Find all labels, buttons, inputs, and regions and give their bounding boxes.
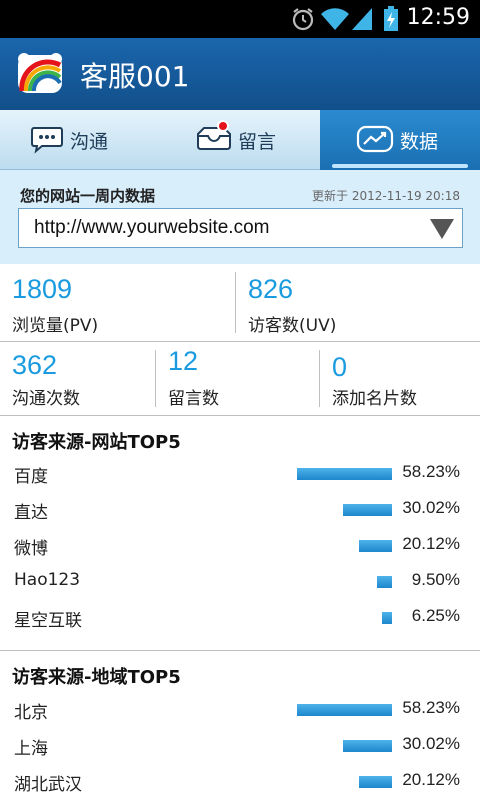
source-name: 北京 (14, 703, 48, 723)
status-bar: 12:59 (0, 0, 480, 38)
tab-label: 留言 (238, 131, 277, 153)
active-tab-indicator (332, 164, 468, 168)
stat-pv: 1809 浏览量(PV) (0, 264, 235, 341)
source-name: 上海 (14, 739, 48, 759)
status-time: 12:59 (406, 5, 470, 30)
signal-icon (352, 8, 372, 30)
share-bar (377, 576, 392, 588)
stat-label: 沟通次数 (12, 389, 80, 409)
section-title-sites: 访客来源-网站TOP5 (12, 432, 181, 453)
stat-value: 826 (248, 274, 294, 304)
stats-row-traffic: 1809 浏览量(PV) 826 访客数(UV) (0, 264, 480, 342)
list-item: 百度 58.23% (0, 456, 480, 492)
list-item: 上海 30.02% (0, 728, 480, 764)
app-title: 客服001 (80, 60, 190, 93)
stat-value: 1809 (12, 274, 73, 304)
source-name: 湖北武汉 (14, 775, 82, 795)
chat-bubble-icon (31, 127, 63, 154)
site-panel: 您的网站一周内数据 更新于 2012-11-19 20:18 http://ww… (0, 170, 480, 264)
source-name: 微博 (14, 539, 48, 559)
stat-chats: 362 沟通次数 (0, 342, 155, 415)
stat-label: 留言数 (168, 389, 219, 409)
list-item: 直达 30.02% (0, 492, 480, 528)
battery-charging-icon (384, 6, 398, 31)
site-heading: 您的网站一周内数据 (20, 187, 156, 205)
app-header: 客服001 (0, 38, 480, 110)
share-percent: 30.02% (402, 734, 460, 753)
website-select[interactable]: http://www.yourwebsite.com (18, 208, 463, 248)
share-percent: 20.12% (402, 770, 460, 789)
stat-uv: 826 访客数(UV) (236, 264, 480, 341)
unread-badge (217, 120, 229, 132)
stat-messages: 12 留言数 (156, 342, 319, 415)
share-bar (382, 612, 392, 624)
list-item: 湖北武汉 20.12% (0, 764, 480, 800)
website-select-value: http://www.yourwebsite.com (34, 217, 270, 238)
rainbow-logo-icon[interactable] (16, 51, 64, 97)
share-bar (297, 704, 392, 716)
tab-data[interactable]: 数据 (320, 110, 480, 170)
share-bar (343, 504, 392, 516)
tab-bar: 沟通 留言 数据 (0, 110, 480, 170)
tab-messages[interactable]: 留言 (160, 110, 320, 170)
share-bar (343, 740, 392, 752)
stats-row-interactions: 362 沟通次数 12 留言数 0 添加名片数 (0, 342, 480, 416)
source-name: 直达 (14, 503, 48, 523)
list-item: Hao123 9.50% (0, 564, 480, 600)
stat-value: 0 (332, 352, 348, 382)
share-percent: 58.23% (402, 462, 460, 481)
share-percent: 20.12% (402, 534, 460, 553)
share-percent: 6.25% (411, 606, 460, 625)
share-bar (297, 468, 392, 480)
share-percent: 9.50% (411, 570, 460, 589)
stat-label: 访客数(UV) (248, 316, 337, 336)
source-name: Hao123 (14, 570, 81, 590)
section-title-regions: 访客来源-地域TOP5 (12, 667, 181, 688)
tab-label: 数据 (400, 131, 439, 153)
share-percent: 58.23% (402, 698, 460, 717)
source-name: 百度 (14, 467, 48, 487)
list-item: 微博 20.12% (0, 528, 480, 564)
share-bar (359, 540, 392, 552)
chart-icon (356, 125, 394, 153)
share-bar (359, 776, 392, 788)
alarm-icon (292, 8, 314, 31)
updated-timestamp: 更新于 2012-11-19 20:18 (312, 189, 460, 203)
stat-label: 添加名片数 (332, 389, 417, 409)
wifi-icon (321, 8, 349, 30)
stat-value: 12 (168, 346, 199, 376)
dropdown-arrow-icon[interactable] (430, 219, 454, 239)
stat-label: 浏览量(PV) (12, 316, 99, 336)
tab-label: 沟通 (70, 131, 109, 153)
source-name: 星空互联 (14, 611, 82, 631)
share-percent: 30.02% (402, 498, 460, 517)
divider (0, 650, 480, 651)
stat-value: 362 (12, 350, 58, 380)
tab-chat[interactable]: 沟通 (0, 110, 160, 170)
list-item: 北京 58.23% (0, 692, 480, 728)
stat-cards: 0 添加名片数 (320, 342, 480, 415)
list-item: 星空互联 6.25% (0, 600, 480, 636)
